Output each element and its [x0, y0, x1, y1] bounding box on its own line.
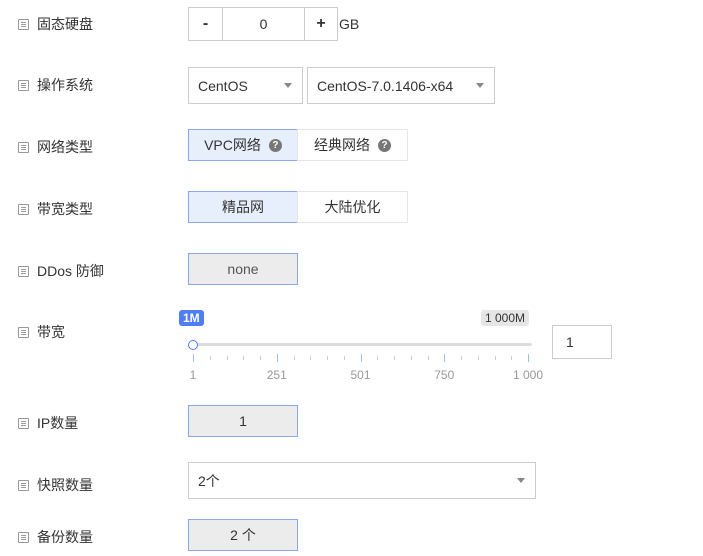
snapshot-label: 快照数量 — [18, 475, 93, 495]
slider-tick — [477, 356, 479, 360]
bandwidth-type-option-premium[interactable]: 精品网 — [188, 191, 298, 223]
help-icon[interactable]: ? — [378, 138, 391, 152]
slider-tick — [343, 356, 345, 360]
chevron-down-icon — [517, 478, 525, 483]
slider-min-badge: 1M — [179, 310, 204, 326]
ssd-input[interactable]: 0 — [222, 7, 305, 41]
slider-tick-label: 251 — [266, 368, 287, 382]
slider-tick — [427, 356, 429, 360]
os-type-select[interactable]: CentOS — [188, 67, 303, 104]
slider-tick — [193, 354, 194, 362]
ssd-decrement-button[interactable]: - — [188, 7, 223, 41]
bandwidth-slider-handle[interactable] — [188, 340, 198, 350]
snapshot-count-select[interactable]: 2个 — [188, 462, 536, 499]
list-icon — [18, 479, 29, 491]
os-label: 操作系统 — [18, 75, 93, 95]
slider-tick — [293, 356, 295, 360]
option-label: VPC网络 — [204, 137, 261, 153]
slider-tick — [528, 354, 529, 362]
ssd-unit: GB — [339, 16, 360, 32]
chevron-down-icon — [284, 83, 292, 88]
ssd-increment-button[interactable]: + — [304, 7, 338, 41]
slider-tick — [494, 356, 496, 360]
ip-label: IP数量 — [18, 413, 78, 433]
ssd-label: 固态硬盘 — [18, 14, 93, 34]
slider-tick — [461, 356, 462, 360]
slider-tick-label: 1 — [189, 368, 197, 382]
list-icon — [18, 79, 29, 91]
network-option-vpc[interactable]: VPC网络? — [188, 129, 298, 161]
slider-tick — [209, 356, 211, 360]
slider-tick — [260, 356, 261, 360]
slider-tick — [444, 354, 446, 362]
network-option-classic[interactable]: 经典网络? — [297, 129, 408, 161]
bandwidth-label: 带宽 — [18, 322, 65, 342]
list-icon — [18, 141, 29, 153]
network-label: 网络类型 — [18, 137, 93, 157]
bandwidth-type-option-mainland[interactable]: 大陆优化 — [297, 191, 408, 223]
slider-tick-label: 750 — [434, 368, 455, 382]
slider-tick — [226, 356, 228, 360]
ddos-label: DDos 防御 — [18, 261, 104, 281]
slider-tick-label: 501 — [350, 368, 371, 382]
bandwidth-input[interactable]: 1 — [552, 325, 612, 359]
os-version-select[interactable]: CentOS-7.0.1406-x64 — [307, 67, 495, 104]
backup-label: 备份数量 — [18, 527, 93, 547]
slider-max-badge: 1 000M — [481, 310, 530, 326]
slider-tick-label: 1 000 — [512, 368, 544, 382]
os-version-value: CentOS-7.0.1406-x64 — [317, 77, 454, 94]
slider-tick — [377, 356, 379, 360]
chevron-down-icon — [476, 83, 484, 88]
slider-tick — [327, 356, 328, 360]
slider-tick — [276, 354, 278, 362]
snapshot-count-value: 2个 — [198, 472, 220, 489]
list-icon — [18, 531, 29, 543]
backup-count-value: 2 个 — [188, 519, 298, 551]
option-label: 经典网络 — [314, 137, 370, 153]
list-icon — [18, 18, 29, 30]
slider-tick — [360, 354, 362, 362]
help-icon[interactable]: ? — [268, 138, 282, 152]
list-icon — [18, 265, 29, 277]
bandwidth-type-label: 带宽类型 — [18, 199, 93, 219]
slider-tick — [310, 356, 312, 360]
slider-tick — [394, 356, 395, 360]
os-type-value: CentOS — [198, 77, 248, 94]
slider-tick — [511, 356, 513, 360]
ip-count-value: 1 — [188, 405, 298, 437]
list-icon — [18, 417, 29, 429]
bandwidth-slider-track[interactable] — [193, 343, 532, 346]
slider-tick — [410, 356, 412, 360]
ddos-value: none — [188, 253, 298, 285]
list-icon — [18, 203, 29, 215]
list-icon — [18, 326, 29, 338]
slider-tick — [243, 356, 245, 360]
